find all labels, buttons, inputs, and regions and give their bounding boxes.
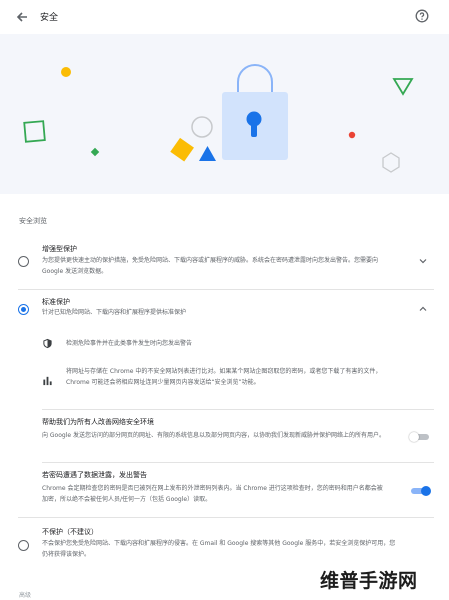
option-description: 针对已知危险网站、下载内容和扩展程序提供标准保护 <box>42 309 187 316</box>
option-title: 标准保护 <box>42 298 70 306</box>
page-title: 安全 <box>40 13 59 23</box>
divider <box>42 462 434 463</box>
hero-illustration <box>0 34 449 194</box>
section-label-advanced: 高级 <box>19 592 32 599</box>
radio-none[interactable] <box>18 540 29 551</box>
section-label-safe-browsing: 安全浏览 <box>19 217 47 225</box>
grey-circle <box>191 116 213 138</box>
option-title: 增强型保护 <box>42 245 77 253</box>
yellow-diamond <box>170 137 194 162</box>
feature-text: 检测危险事件并在此类事件发生时向您发出警告 <box>66 340 193 347</box>
option-standard[interactable]: 标准保护 针对已知危险网站、下载内容和扩展程序提供标准保护 <box>0 293 449 323</box>
divider <box>18 289 434 290</box>
divider <box>42 409 434 410</box>
option-title: 不保护（不建议） <box>42 528 98 536</box>
shield-icon <box>43 338 52 349</box>
toggle-password-leak[interactable] <box>409 486 431 496</box>
chevron-up-icon[interactable] <box>418 304 428 314</box>
option-enhanced[interactable]: 增强型保护 为您提供更快速主动的保护措施，免受危险网站、下载内容或扩展程序的威胁… <box>0 240 449 280</box>
bar-chart-icon <box>43 376 52 386</box>
lock-shackle <box>237 64 273 94</box>
green-square <box>23 120 46 143</box>
help-icon[interactable] <box>415 9 429 23</box>
radio-standard[interactable] <box>18 304 29 315</box>
blue-triangle <box>199 146 216 161</box>
app-header: 安全 <box>0 0 449 34</box>
red-dot <box>348 131 356 139</box>
watermark-text: 维普手游网 <box>320 570 418 592</box>
setting-description: 向 Google 发送您访问的部分网页的网址、有限的系统信息以及部分网页内容，以… <box>42 432 385 439</box>
option-description: 为您提供更快速主动的保护措施，免受危险网站、下载内容或扩展程序的威胁。系统会在密… <box>42 257 379 275</box>
divider <box>18 517 434 518</box>
security-illustration <box>23 64 414 173</box>
green-triangle <box>392 78 414 96</box>
hexagon <box>382 152 400 173</box>
toggle-help-improve[interactable] <box>409 432 431 442</box>
setting-title: 若密码遭遇了数据泄露，发出警告 <box>42 471 147 479</box>
setting-title: 帮助我们为所有人改善网络安全环境 <box>42 418 154 426</box>
yellow-dot <box>61 67 71 77</box>
option-none[interactable]: 不保护（不建议） 不会保护您免受危险网站、下载内容和扩展程序的侵害。在 Gmai… <box>0 524 449 564</box>
radio-enhanced[interactable] <box>18 256 29 267</box>
green-diamond <box>90 147 100 157</box>
option-description: 不会保护您免受危险网站、下载内容和扩展程序的侵害。在 Gmail 和 Googl… <box>42 540 396 558</box>
feature-text: 将网址与存储在 Chrome 中的不安全网站列表进行比对。如果某个网站企图窃取您… <box>66 368 382 386</box>
setting-description: Chrome 会定期检查您的密码是否已被列在网上发布的外泄密码列表内。当 Chr… <box>42 485 383 503</box>
back-arrow-icon[interactable] <box>14 9 30 25</box>
chevron-down-icon[interactable] <box>418 256 428 266</box>
